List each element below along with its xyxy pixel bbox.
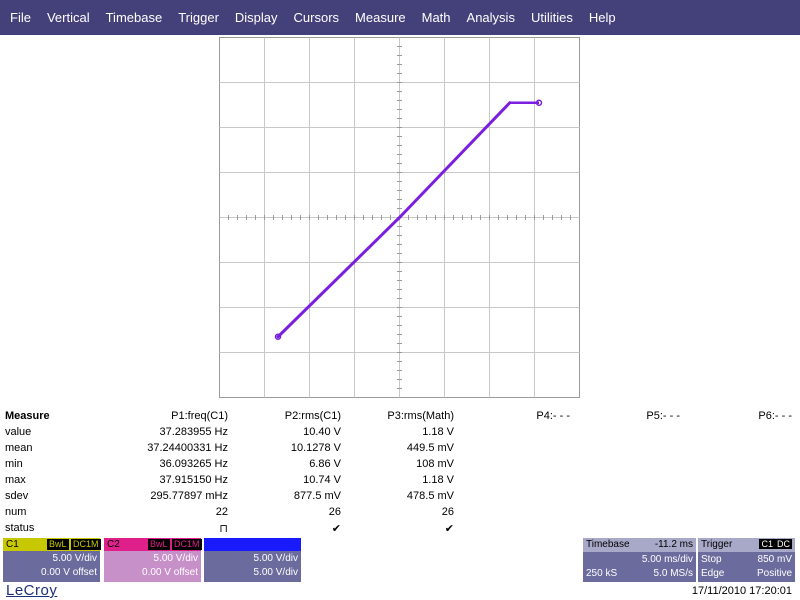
trigger-descriptor[interactable]: Trigger C1 DC Stop 850 mV Edge Positive — [698, 538, 795, 582]
p1-sdev: 295.77897 mHz — [150, 490, 228, 502]
row-label: num — [5, 506, 27, 518]
channel-c3-descriptor[interactable]: 5.00 V/div 5.00 V/div — [204, 538, 301, 582]
c1-name: C1 — [6, 539, 19, 550]
c3-header — [204, 538, 301, 551]
measure-col-p3[interactable]: P3:rms(Math) — [387, 410, 454, 422]
c2-header: C2 BwL DC1M — [104, 538, 202, 551]
lecroy-logo: LeCroy — [6, 582, 58, 599]
c1-offset: 0.00 V offset — [41, 567, 97, 578]
timebase-rate: 5.0 MS/s — [653, 568, 693, 579]
row-label: mean — [5, 442, 33, 454]
timebase-header: Timebase -11.2 ms — [583, 538, 696, 552]
p2-max: 10.74 V — [303, 474, 341, 486]
row-label: sdev — [5, 490, 29, 502]
p3-status-check-icon: ✔ — [444, 523, 454, 535]
c1-coupling-tag: DC1M — [71, 539, 101, 550]
measure-col-p5[interactable]: P5:- - - — [646, 410, 680, 422]
c1-body: 5.00 V/div 0.00 V offset — [3, 551, 100, 582]
trigger-mode: Stop — [701, 554, 722, 565]
row-label: value — [5, 426, 32, 438]
timebase-delay: -11.2 ms — [654, 539, 693, 550]
p2-sdev: 877.5 mV — [293, 490, 341, 502]
trigger-type: Edge — [701, 568, 725, 579]
c2-name: C2 — [107, 539, 120, 550]
p1-status-icon: ⊓ — [219, 523, 228, 535]
menu-trigger[interactable]: Trigger — [170, 10, 227, 25]
c1-vdiv: 5.00 V/div — [52, 553, 97, 564]
p3-value: 1.18 V — [422, 426, 454, 438]
p1-max: 37.915150 Hz — [159, 474, 229, 486]
c2-coupling-tag: DC1M — [172, 539, 202, 550]
c1-header: C1 BwL DC1M — [3, 538, 101, 551]
p3-min: 108 mV — [416, 458, 454, 470]
c2-bwl-tag: BwL — [148, 539, 170, 550]
menu-utilities[interactable]: Utilities — [523, 10, 581, 25]
menu-display[interactable]: Display — [227, 10, 286, 25]
measure-col-p1[interactable]: P1:freq(C1) — [171, 410, 228, 422]
p1-min: 36.093265 Hz — [159, 458, 229, 470]
p3-num: 26 — [441, 506, 454, 518]
measure-col-p6[interactable]: P6:- - - — [758, 410, 792, 422]
measure-header-row: Measure P1:freq(C1) P2:rms(C1) P3:rms(Ma… — [0, 410, 800, 426]
date-time: 17/11/2010 17:20:01 — [691, 585, 792, 597]
c3-offset: 5.00 V/div — [253, 567, 298, 578]
menu-analysis[interactable]: Analysis — [459, 10, 523, 25]
trigger-source-badge: C1 DC — [759, 539, 792, 550]
menu-vertical[interactable]: Vertical — [39, 10, 98, 25]
p2-min: 6.86 V — [309, 458, 341, 470]
p3-mean: 449.5 mV — [406, 442, 454, 454]
c2-vdiv: 5.00 V/div — [153, 553, 198, 564]
p1-value: 37.283955 Hz — [159, 426, 229, 438]
c1-bwl-tag: BwL — [47, 539, 69, 550]
trigger-source: C1 — [759, 539, 775, 549]
row-label: status — [5, 522, 35, 534]
c2-offset: 0.00 V offset — [142, 567, 198, 578]
measure-table: Measure P1:freq(C1) P2:rms(C1) P3:rms(Ma… — [0, 406, 800, 536]
c3-body: 5.00 V/div 5.00 V/div — [204, 551, 301, 582]
measure-row-sdev: sdev 295.77897 mHz 877.5 mV 478.5 mV — [0, 490, 800, 506]
trigger-label: Trigger — [701, 539, 733, 550]
trigger-slope: Positive — [756, 568, 792, 579]
p3-sdev: 478.5 mV — [406, 490, 454, 502]
menu-measure[interactable]: Measure — [347, 10, 414, 25]
p3-max: 1.18 V — [422, 474, 454, 486]
trigger-level: 850 mV — [757, 554, 792, 565]
measure-row-min: min 36.093265 Hz 6.86 V 108 mV — [0, 458, 800, 474]
measure-title: Measure — [5, 410, 50, 422]
p2-status-check-icon: ✔ — [331, 523, 341, 535]
p1-num: 22 — [215, 506, 228, 518]
menu-timebase[interactable]: Timebase — [98, 10, 171, 25]
menu-cursors[interactable]: Cursors — [286, 10, 348, 25]
menu-help[interactable]: Help — [581, 10, 624, 25]
trigger-coupling: DC — [775, 539, 792, 549]
timebase-samples: 250 kS — [586, 568, 618, 579]
c2-body: 5.00 V/div 0.00 V offset — [104, 551, 201, 582]
row-label: max — [5, 474, 26, 486]
channel-c1-descriptor[interactable]: C1 BwL DC1M 5.00 V/div 0.00 V offset — [3, 538, 101, 582]
measure-col-p4[interactable]: P4:- - - — [536, 410, 570, 422]
p2-num: 26 — [328, 506, 341, 518]
xy-display-grid[interactable] — [219, 37, 580, 398]
measure-row-max: max 37.915150 Hz 10.74 V 1.18 V — [0, 474, 800, 490]
timebase-tdiv: 5.00 ms/div — [641, 554, 693, 565]
menu-file[interactable]: File — [2, 10, 39, 25]
trigger-header: Trigger C1 DC — [698, 538, 795, 552]
measure-col-p2[interactable]: P2:rms(C1) — [285, 410, 341, 422]
c3-vdiv: 5.00 V/div — [253, 553, 298, 564]
channel-c2-descriptor[interactable]: C2 BwL DC1M 5.00 V/div 0.00 V offset — [104, 538, 202, 582]
p1-mean: 37.24400331 Hz — [147, 442, 228, 454]
measure-row-mean: mean 37.24400331 Hz 10.1278 V 449.5 mV — [0, 442, 800, 458]
measure-row-status: status ⊓ ✔ ✔ — [0, 522, 800, 538]
menu-math[interactable]: Math — [414, 10, 459, 25]
p2-value: 10.40 V — [303, 426, 341, 438]
row-label: min — [5, 458, 23, 470]
measure-row-num: num 22 26 26 — [0, 506, 800, 522]
p2-mean: 10.1278 V — [290, 442, 341, 454]
timebase-label: Timebase — [586, 539, 630, 550]
timebase-descriptor[interactable]: Timebase -11.2 ms 5.00 ms/div 250 kS 5.0… — [583, 538, 696, 582]
measure-row-value: value 37.283955 Hz 10.40 V 1.18 V — [0, 426, 800, 442]
menu-bar: File Vertical Timebase Trigger Display C… — [0, 0, 800, 35]
xy-grid-svg — [219, 37, 580, 398]
